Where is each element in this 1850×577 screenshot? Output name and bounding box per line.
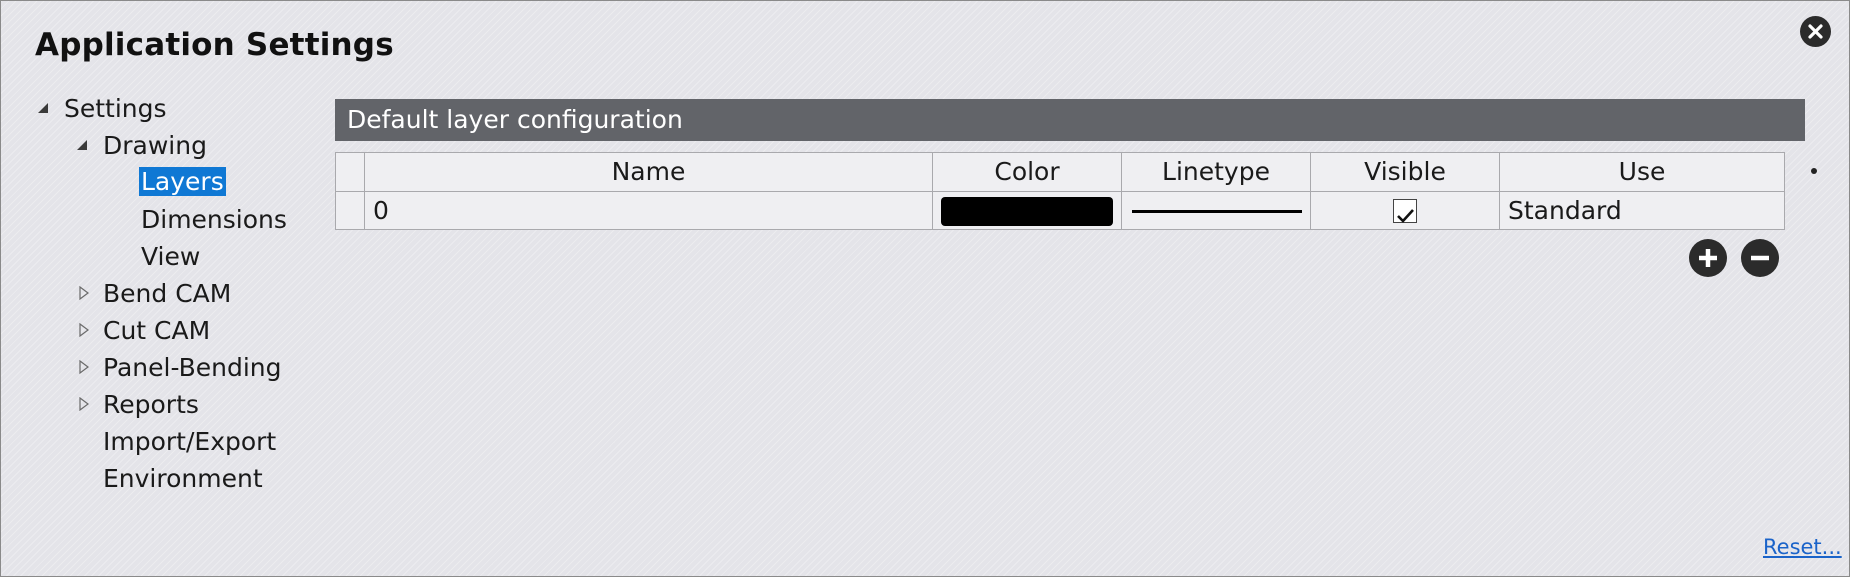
tree-item-reports[interactable]: Reports <box>103 390 199 422</box>
tree-item-label: Reports <box>103 390 199 419</box>
tree-item-view[interactable]: View <box>141 242 200 274</box>
tree-item-environment[interactable]: Environment <box>103 464 263 496</box>
tree-item-import-export[interactable]: Import/Export <box>103 427 276 459</box>
tree-item-label: Dimensions <box>141 205 287 234</box>
tree-item-label: Bend CAM <box>103 279 232 308</box>
layers-grid: Name Color Linetype Visible Use 0 Standa… <box>335 152 1785 230</box>
tree-item-label: Settings <box>64 94 167 123</box>
window-title: Application Settings <box>35 27 394 63</box>
checkmark-icon <box>1397 209 1414 223</box>
tree-item-label: View <box>141 242 201 271</box>
panel-header: Default layer configuration <box>335 99 1805 141</box>
tree-item-dimensions[interactable]: Dimensions <box>141 205 287 237</box>
collapsed-arrow-icon[interactable] <box>78 360 92 374</box>
layer-visible-cell <box>1311 192 1500 229</box>
collapsed-arrow-icon[interactable] <box>78 323 92 337</box>
tree-item-label: Drawing <box>103 131 207 160</box>
tree-item-layers[interactable]: Layers <box>139 167 226 199</box>
tree-item-label: Panel-Bending <box>103 353 282 382</box>
collapsed-arrow-icon[interactable] <box>78 286 92 300</box>
expanded-arrow-icon[interactable] <box>75 138 89 152</box>
tree-item-drawing[interactable]: Drawing <box>103 131 207 163</box>
column-header-linetype[interactable]: Linetype <box>1122 153 1311 192</box>
tree-item-label: Layers <box>139 167 226 196</box>
close-icon <box>1808 24 1823 39</box>
tree-item-label: Import/Export <box>103 427 277 456</box>
tree-item-label: Cut CAM <box>103 316 211 345</box>
column-header-visible[interactable]: Visible <box>1311 153 1500 192</box>
bullet-marker <box>1811 168 1817 174</box>
tree-item-cut-cam[interactable]: Cut CAM <box>103 316 210 348</box>
add-layer-button[interactable] <box>1689 239 1727 277</box>
column-header-name[interactable]: Name <box>365 153 933 192</box>
column-header-color[interactable]: Color <box>933 153 1122 192</box>
collapsed-arrow-icon[interactable] <box>78 397 92 411</box>
row-selector[interactable] <box>336 192 365 229</box>
settings-window: Application Settings Settings Drawing La… <box>0 0 1850 577</box>
layer-linetype-cell[interactable] <box>1122 192 1311 229</box>
remove-layer-button[interactable] <box>1741 239 1779 277</box>
tree-item-settings[interactable]: Settings <box>64 94 167 126</box>
layer-use-cell[interactable]: Standard <box>1500 192 1784 229</box>
close-button[interactable] <box>1800 16 1831 47</box>
layer-name-cell[interactable]: 0 <box>365 192 933 229</box>
layer-color-cell[interactable] <box>933 192 1122 229</box>
expanded-arrow-icon[interactable] <box>36 101 50 115</box>
tree-item-label: Environment <box>103 464 263 493</box>
color-swatch[interactable] <box>941 197 1113 226</box>
linetype-sample <box>1132 210 1302 213</box>
column-header-use[interactable]: Use <box>1500 153 1784 192</box>
minus-circle-icon <box>1751 255 1769 261</box>
visible-checkbox[interactable] <box>1393 199 1417 223</box>
tree-item-bend-cam[interactable]: Bend CAM <box>103 279 231 311</box>
reset-link[interactable]: Reset... <box>1763 535 1842 559</box>
plus-circle-icon <box>1699 249 1717 267</box>
row-header-corner <box>336 153 365 192</box>
tree-item-panel-bending[interactable]: Panel-Bending <box>103 353 281 385</box>
